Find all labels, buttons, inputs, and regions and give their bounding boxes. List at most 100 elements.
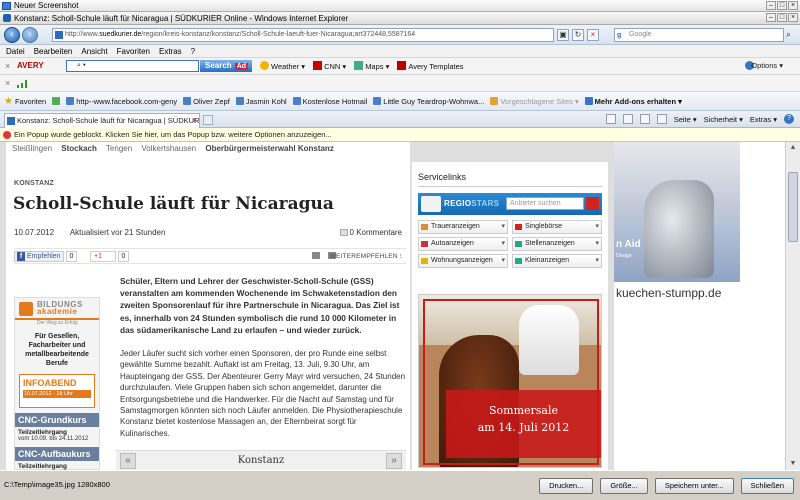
minimize-button[interactable]: – [766,1,776,10]
carousel-label[interactable]: Konstanz [116,455,406,466]
comments-link[interactable]: 0 Kommentare [339,228,402,237]
suggested-sites-link[interactable]: Vorgeschlagene Sites ▾ [490,97,579,106]
viewer-status-bar: C:\Temp\image35.jpg 1280x800 Drucken... … [0,470,800,500]
article-body: Jeder Läufer sucht sich vorher einen Spo… [120,349,406,438]
address-bar[interactable]: http://www.suedkurier.de/region/kreis-ko… [52,28,554,42]
chevron-down-icon: ▾ [595,223,599,230]
facebook-count: 0 [66,251,77,262]
maximize-button[interactable]: □ [777,1,787,10]
avery-search-button[interactable]: Search Ad [200,60,252,72]
close-tab-icon[interactable]: × [192,114,197,127]
close-button[interactable]: Schließen [740,478,794,494]
menu-ansicht[interactable]: Ansicht [81,47,107,56]
provider-search-button[interactable] [586,197,599,210]
page-menu[interactable]: Seite ▾ [674,115,697,124]
refresh-icon[interactable]: ↻ [572,29,584,41]
close-window-button[interactable]: × [788,1,798,10]
back-button[interactable]: ‹ [4,27,20,43]
search-icon[interactable]: ⌕ [786,29,791,40]
carousel-next-button[interactable]: » [386,453,402,469]
provider-search-input[interactable]: Anbieter suchen [506,197,584,210]
search-input[interactable]: g Google [614,28,784,42]
close-toolbar2-icon[interactable]: × [5,78,10,88]
service-link-kleinanzeigen[interactable]: Kleinanzeigen ▾ [512,254,602,268]
service-column: Servicelinks REGIOSTARS Anbieter suchen … [412,162,608,470]
service-link-traueranzeigen[interactable]: Traueranzeigen ▾ [418,220,508,234]
stop-icon[interactable]: × [587,29,599,41]
education-ad[interactable]: BILDUNGS akademie Der Weg zu Erfolg Für … [14,297,100,470]
help-icon[interactable]: ? [784,114,794,124]
service-link-autoanzeigen[interactable]: Autoanzeigen ▾ [418,237,508,251]
recommend-button[interactable]: WEITEREMPFEHLEN ⁝ [330,252,402,260]
service-link-wohnungsanzeigen[interactable]: Wohnungsanzeigen ▾ [418,254,508,268]
subnav-link[interactable]: Stockach [61,144,97,153]
command-bar: Seite ▾ Sicherheit ▾ Extras ▾ ? [605,114,794,124]
subnav-link[interactable]: Oberbürgermeisterwahl Konstanz [205,144,333,153]
secondary-toolbar: × [0,75,800,92]
options-button[interactable]: Options ▾ [751,61,783,70]
avery-templates-button[interactable]: Avery Templates [397,61,464,71]
menu-bearbeiten[interactable]: Bearbeiten [34,47,73,56]
email-icon[interactable] [312,252,320,259]
safety-menu[interactable]: Sicherheit ▾ [704,115,743,124]
weather-icon [260,61,269,70]
menu-extras[interactable]: Extras [159,47,182,56]
facebook-like-button[interactable]: Empfehlen [14,251,65,262]
viewer-title: Neuer Screenshot [14,1,79,10]
vertical-scrollbar[interactable]: ▲ ▼ [785,142,800,470]
gplus-button[interactable]: +1 [90,251,116,262]
subnav-link[interactable]: Tengen [106,144,132,153]
print-icon[interactable] [656,114,667,124]
chevron-down-icon: ▾ [595,257,599,264]
file-path: C:\Temp\image35.jpg 1280x800 [4,480,110,489]
home-icon[interactable] [605,114,616,124]
chevron-down-icon: ▾ [501,240,505,247]
house-icon [421,258,428,264]
favorite-link[interactable]: Jasmin Kohl [235,97,287,106]
tab-active[interactable]: Konstanz: Scholl-Schule läuft für Nicara… [4,113,200,128]
star-icon: ★ [4,95,13,107]
maps-button[interactable]: Maps ▾ [354,61,389,71]
sommersale-ad[interactable]: Sommersale am 14. Juli 2012 [418,294,602,468]
feeds-icon[interactable] [622,114,633,124]
save-as-button[interactable]: Speichern unter... [654,478,734,494]
servicelinks-list: Traueranzeigen ▾ Singlebörse ▾ Autoanzeige… [418,220,602,268]
cnn-button[interactable]: CNN ▾ [313,61,346,71]
new-tab-button[interactable] [203,115,213,125]
favorites-bar: ★ Favoriten http--www.facebook.com-geny O… [0,92,800,111]
browser-maximize-button[interactable]: □ [777,13,787,22]
popup-info-bar[interactable]: Ein Popup wurde geblockt. Klicken Sie hi… [0,128,800,142]
kitchen-ad[interactable]: n Aid Design kuechen-stumpp.de [614,142,785,470]
mixer-image [644,180,714,278]
chevron-down-icon: ▾ [501,257,505,264]
print-button[interactable]: Drucken... [539,478,594,494]
close-toolbar-icon[interactable]: × [5,61,10,71]
menu-favoriten[interactable]: Favoriten [117,47,150,56]
favorite-link[interactable]: Kostenlose Hotmail [292,97,367,106]
menu-help[interactable]: ? [191,47,195,56]
favorites-button[interactable]: ★ Favoriten [4,96,46,107]
browser-close-button[interactable]: × [788,13,798,22]
forward-button[interactable]: › [22,27,38,43]
weather-button[interactable]: Weather ▾ [260,61,305,71]
scroll-up-arrow[interactable]: ▲ [788,143,798,153]
service-link-singleboerse[interactable]: Singlebörse ▾ [512,220,602,234]
browser-minimize-button[interactable]: – [766,13,776,22]
mail-icon[interactable] [639,114,650,124]
comment-icon [339,229,348,236]
add-favorite-icon[interactable] [52,97,61,105]
subnav-link[interactable]: Volkertshausen [141,144,196,153]
favorite-link[interactable]: Oliver Zepf [183,97,230,106]
resize-button[interactable]: Größe... [600,478,648,494]
scroll-thumb[interactable] [788,172,798,242]
favorite-link[interactable]: Little Guy Teardrop-Wohnwa... [373,97,484,106]
tools-menu[interactable]: Extras ▾ [750,115,777,124]
service-link-stellenanzeigen[interactable]: Stellenanzeigen ▾ [512,237,602,251]
avery-search-input[interactable]: ⌕ ▾ [66,60,199,72]
scroll-down-arrow[interactable]: ▼ [788,459,798,469]
favorite-link[interactable]: http--www.facebook.com-geny [66,97,177,106]
menu-datei[interactable]: Datei [6,47,25,56]
get-addons-link[interactable]: Mehr Add-ons erhalten ▾ [584,97,682,106]
compatibility-icon[interactable]: ▣ [557,29,569,41]
subnav-link[interactable]: Steißlingen [12,144,52,153]
